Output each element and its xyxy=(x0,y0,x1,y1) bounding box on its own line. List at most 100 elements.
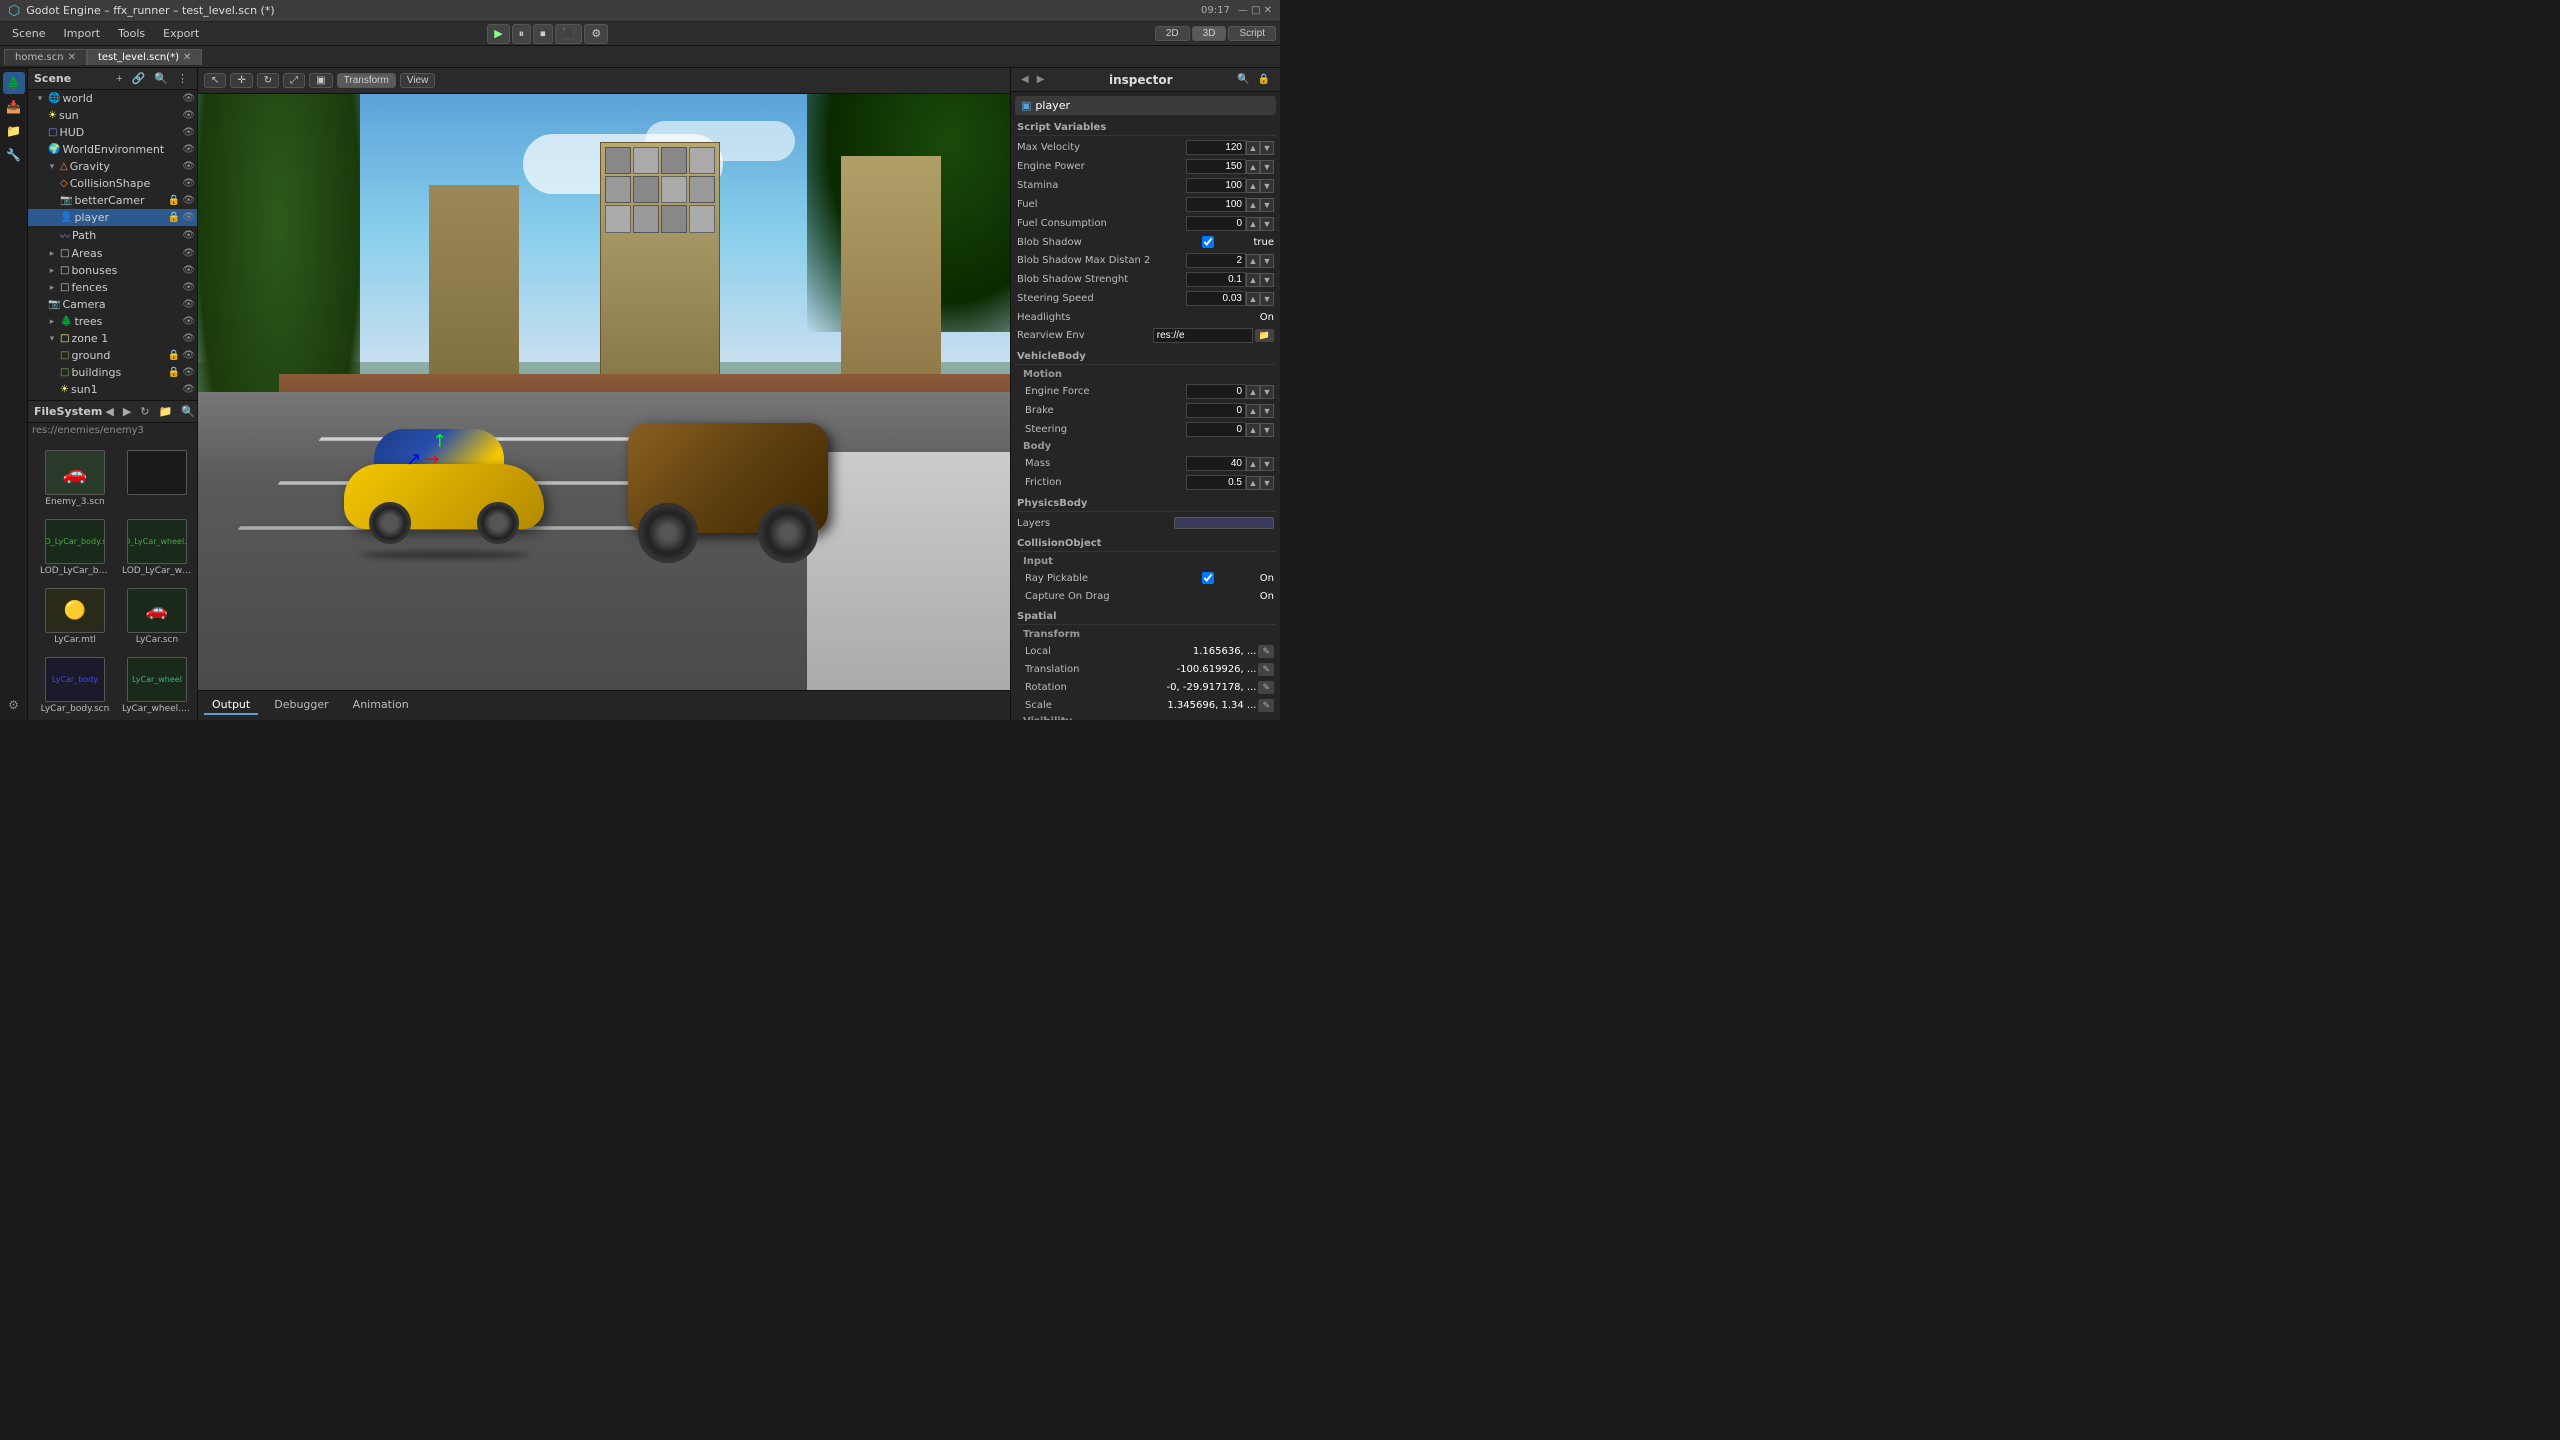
arrow-trees[interactable]: ▸ xyxy=(46,317,58,327)
prop-layers-visual[interactable] xyxy=(1174,517,1274,529)
prop-spin-up-mass[interactable]: ▲ xyxy=(1246,457,1260,471)
prop-input-stamina[interactable] xyxy=(1186,178,1246,193)
prop-edit-scale[interactable]: ✎ xyxy=(1258,699,1274,712)
tree-item-world[interactable]: ▾ 🌐 world 👁 xyxy=(28,90,197,107)
prop-spin-down-steer-spd[interactable]: ▼ xyxy=(1260,292,1274,306)
lock-ground[interactable]: 🔒 xyxy=(168,350,180,361)
prop-input-engine-power[interactable] xyxy=(1186,159,1246,174)
prop-input-engine-force[interactable] xyxy=(1186,384,1246,399)
eye-areas[interactable]: 👁 xyxy=(182,248,195,259)
tree-item-buildings[interactable]: □ buildings 🔒 👁 xyxy=(28,364,197,381)
tree-item-bonuses[interactable]: ▸ □ bonuses 👁 xyxy=(28,262,197,279)
arrow-bonuses[interactable]: ▸ xyxy=(46,266,58,276)
inspector-lock-btn[interactable]: 🔒 xyxy=(1256,72,1272,87)
prop-spin-up-steer-spd[interactable]: ▲ xyxy=(1246,292,1260,306)
prop-spin-down-fuel[interactable]: ▼ xyxy=(1260,198,1274,212)
play-button[interactable]: ▶ xyxy=(487,24,509,44)
mode-3d-btn[interactable]: 3D xyxy=(1192,26,1227,41)
fs-item-lycar-scn[interactable]: 🚗 LyCar.scn xyxy=(118,584,196,649)
eye-trees[interactable]: 👁 xyxy=(182,316,195,327)
prop-spin-down-brake[interactable]: ▼ xyxy=(1260,404,1274,418)
eye-hud[interactable]: 👁 xyxy=(182,127,195,138)
prop-cb-ray-pickable[interactable] xyxy=(1202,572,1214,584)
export-menu[interactable]: Export xyxy=(155,25,207,42)
sidebar-fs-icon[interactable]: 📁 xyxy=(3,120,25,142)
prop-spin-up-engine-power[interactable]: ▲ xyxy=(1246,160,1260,174)
prop-spin-up-friction[interactable]: ▲ xyxy=(1246,476,1260,490)
prop-spin-up-fuel[interactable]: ▲ xyxy=(1246,198,1260,212)
prop-spin-down-blob-str[interactable]: ▼ xyxy=(1260,273,1274,287)
scene-filter-btn[interactable]: 🔍 xyxy=(151,71,171,86)
fs-item-lycar-whe[interactable]: LOD_LyCar_wheel.scn LOD_LyCar_whe el.scn xyxy=(118,515,196,580)
prop-input-blob-shadow-dist[interactable] xyxy=(1186,253,1246,268)
fs-forward-btn[interactable]: ▶ xyxy=(120,404,134,419)
tree-item-areas[interactable]: ▸ □ Areas 👁 xyxy=(28,245,197,262)
prop-input-steering[interactable] xyxy=(1186,422,1246,437)
prop-spin-up-blob-dist[interactable]: ▲ xyxy=(1246,254,1260,268)
scene-menu-btn[interactable]: ⋮ xyxy=(174,71,191,86)
tree-item-collisionshape[interactable]: ◇ CollisionShape 👁 xyxy=(28,175,197,192)
prop-input-fuel-consumption[interactable] xyxy=(1186,216,1246,231)
prop-spin-up-max-velocity[interactable]: ▲ xyxy=(1246,141,1260,155)
vp-move-btn[interactable]: ✛ xyxy=(230,73,252,88)
tree-item-fences[interactable]: ▸ □ fences 👁 xyxy=(28,279,197,296)
import-menu[interactable]: Import xyxy=(56,25,109,42)
prop-edit-rearview[interactable]: 📁 xyxy=(1255,329,1274,342)
tab-home[interactable]: home.scn ✕ xyxy=(4,49,87,65)
prop-input-blob-strength[interactable] xyxy=(1186,272,1246,287)
tab-debugger[interactable]: Debugger xyxy=(266,696,336,715)
eye-camera[interactable]: 👁 xyxy=(182,299,195,310)
prop-edit-rotation[interactable]: ✎ xyxy=(1258,681,1274,694)
fs-item-lycar-body[interactable]: LyCar_body LyCar_body.scn xyxy=(36,653,114,718)
tab-animation[interactable]: Animation xyxy=(345,696,417,715)
prop-spin-up-steering[interactable]: ▲ xyxy=(1246,423,1260,437)
inspector-forward-btn[interactable]: ▶ xyxy=(1035,72,1047,87)
prop-spin-up-stamina[interactable]: ▲ xyxy=(1246,179,1260,193)
mode-script-btn[interactable]: Script xyxy=(1228,26,1276,41)
prop-input-max-velocity[interactable] xyxy=(1186,140,1246,155)
lock-bettercamer[interactable]: 🔒 xyxy=(168,195,180,206)
eye-gravity[interactable]: 👁 xyxy=(182,161,195,172)
tree-item-worldenv[interactable]: 🌍 WorldEnvironment 👁 xyxy=(28,141,197,158)
prop-input-steering-speed[interactable] xyxy=(1186,291,1246,306)
sidebar-tools-icon[interactable]: 🔧 xyxy=(3,144,25,166)
prop-input-rearview[interactable] xyxy=(1153,328,1253,343)
fs-back-btn[interactable]: ◀ xyxy=(102,404,116,419)
prop-cb-blob-shadow[interactable] xyxy=(1202,236,1214,248)
eye-bettercamer[interactable]: 👁 xyxy=(182,195,195,206)
prop-input-friction[interactable] xyxy=(1186,475,1246,490)
pause-button[interactable]: ⏸ xyxy=(512,24,532,44)
eye-player[interactable]: 👁 xyxy=(182,212,195,223)
mode-2d-btn[interactable]: 2D xyxy=(1155,26,1190,41)
eye-sun[interactable]: 👁 xyxy=(182,110,195,121)
eye-zone1[interactable]: 👁 xyxy=(182,333,195,344)
arrow-zone1[interactable]: ▾ xyxy=(46,334,58,344)
scene-add-btn[interactable]: + xyxy=(113,71,125,86)
sidebar-scene-icon[interactable]: 🌲 xyxy=(3,72,25,94)
scene-menu[interactable]: Scene xyxy=(4,25,54,42)
prop-spin-up-blob-str[interactable]: ▲ xyxy=(1246,273,1260,287)
prop-input-brake[interactable] xyxy=(1186,403,1246,418)
fs-search-btn[interactable]: 🔍 xyxy=(178,404,198,419)
tree-item-sun1[interactable]: ☀ sun1 👁 xyxy=(28,381,197,398)
prop-spin-down-steering[interactable]: ▼ xyxy=(1260,423,1274,437)
eye-sun1[interactable]: 👁 xyxy=(182,384,195,395)
eye-ground[interactable]: 👁 xyxy=(182,350,195,361)
arrow-fences[interactable]: ▸ xyxy=(46,283,58,293)
arrow-world[interactable]: ▾ xyxy=(34,94,46,104)
prop-spin-down-stamina[interactable]: ▼ xyxy=(1260,179,1274,193)
eye-collision[interactable]: 👁 xyxy=(182,178,195,189)
prop-spin-up-eng-force[interactable]: ▲ xyxy=(1246,385,1260,399)
prop-spin-down-max-velocity[interactable]: ▼ xyxy=(1260,141,1274,155)
stop-button[interactable]: ⏹ xyxy=(533,24,553,44)
prop-spin-down-friction[interactable]: ▼ xyxy=(1260,476,1274,490)
vp-view-btn[interactable]: View xyxy=(400,73,436,88)
arrow-gravity[interactable]: ▾ xyxy=(46,162,58,172)
arrow-areas[interactable]: ▸ xyxy=(46,249,58,259)
fs-item-lycar-wheel[interactable]: LyCar_wheel LyCar_wheel.sc n xyxy=(118,653,196,718)
vp-select2-btn[interactable]: ▣ xyxy=(309,73,332,88)
eye-world[interactable]: 👁 xyxy=(182,93,195,104)
tab-test-level-close[interactable]: ✕ xyxy=(183,52,191,63)
prop-input-mass[interactable] xyxy=(1186,456,1246,471)
inspector-back-btn[interactable]: ◀ xyxy=(1019,72,1031,87)
